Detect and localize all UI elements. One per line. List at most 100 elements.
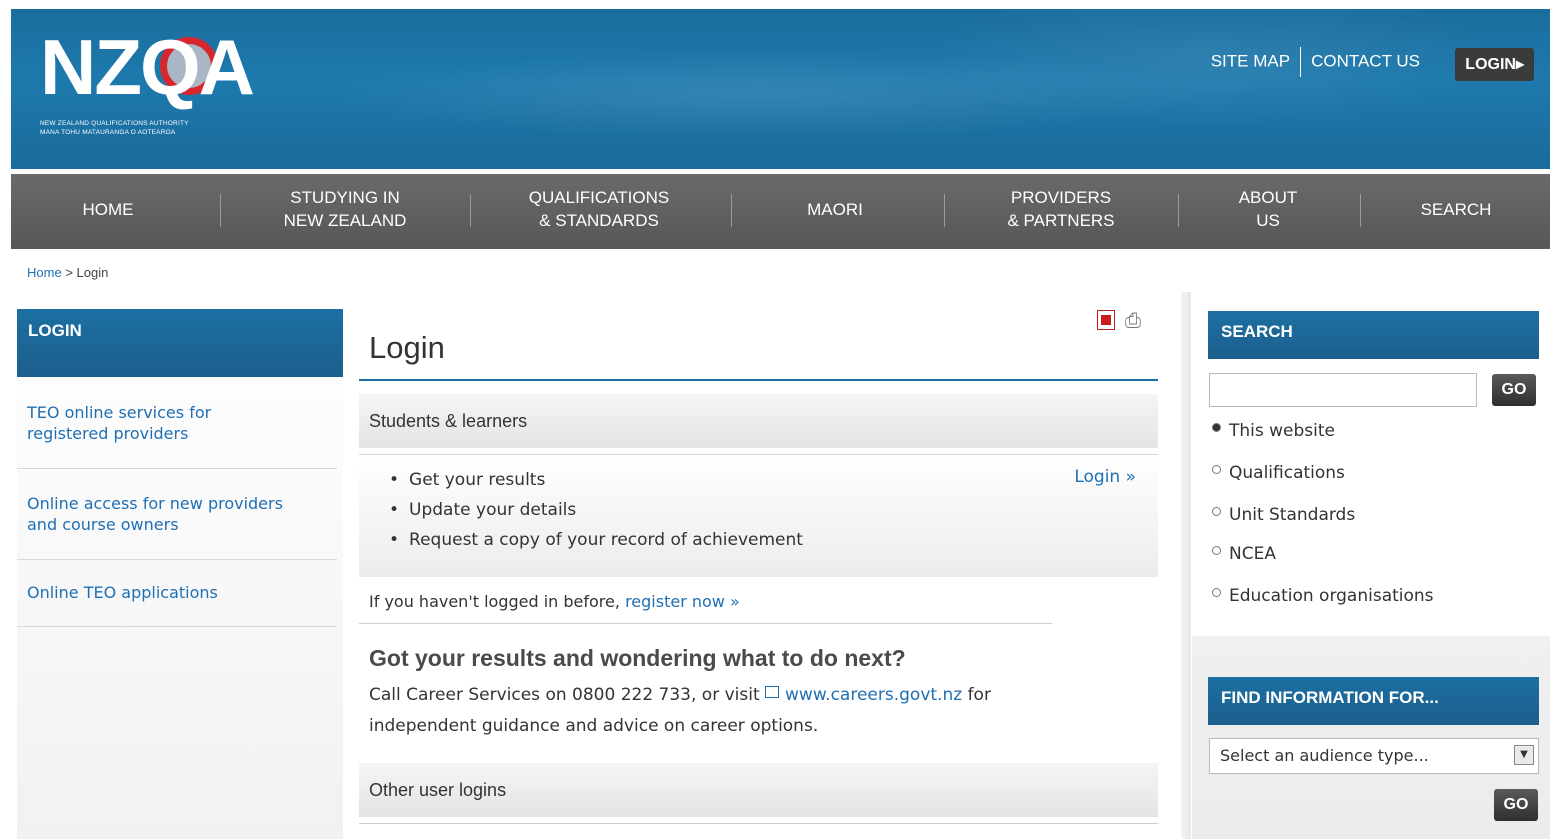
nav-about-us[interactable]: ABOUT US bbox=[1239, 186, 1298, 232]
nav-divider bbox=[731, 194, 732, 227]
divider bbox=[1300, 47, 1302, 77]
nav-label-line2: & STANDARDS bbox=[539, 211, 659, 230]
students-box: Get your results Update your details Req… bbox=[359, 454, 1158, 577]
breadcrumb-home[interactable]: Home bbox=[27, 265, 62, 280]
search-heading: SEARCH bbox=[1208, 311, 1539, 359]
nav-divider bbox=[220, 194, 221, 227]
radio-checked-icon bbox=[1212, 423, 1221, 432]
register-text: If you haven't logged in before, registe… bbox=[369, 592, 740, 611]
print-icon[interactable]: ⎙ bbox=[1125, 308, 1141, 332]
nav-label-line2: US bbox=[1256, 211, 1280, 230]
radio-education-organisations[interactable]: Education organisations bbox=[1212, 586, 1434, 606]
sidebar-heading: LOGIN bbox=[17, 309, 343, 377]
radio-label: Unit Standards bbox=[1229, 505, 1356, 525]
logo-text: NZQA bbox=[40, 23, 255, 111]
column-divider bbox=[1181, 292, 1191, 839]
nav-label-line1: QUALIFICATIONS bbox=[528, 188, 670, 207]
breadcrumb: Home > Login bbox=[27, 265, 108, 280]
nav-search[interactable]: SEARCH bbox=[1421, 198, 1492, 221]
radio-unchecked-icon bbox=[1212, 507, 1221, 516]
nav-label-line1: ABOUT bbox=[1238, 188, 1298, 207]
link-line1: TEO online services for bbox=[27, 403, 212, 422]
right-sidebar: SEARCH GO This website Qualifications Un… bbox=[1192, 292, 1550, 839]
nav-divider bbox=[470, 194, 471, 227]
left-sidebar: LOGIN TEO online services for registered… bbox=[17, 309, 343, 839]
radio-unchecked-icon bbox=[1212, 588, 1221, 597]
nav-label-line2: NEW ZEALAND bbox=[283, 211, 407, 230]
nav-qualifications-standards[interactable]: QUALIFICATIONS & STANDARDS bbox=[529, 186, 669, 232]
radio-qualifications[interactable]: Qualifications bbox=[1212, 463, 1345, 483]
link-line2: and course owners bbox=[27, 515, 179, 534]
section-heading-other-logins: Other user logins bbox=[359, 763, 1158, 817]
utility-links: SITE MAP CONTACT US bbox=[1211, 47, 1420, 77]
pdf-icon[interactable] bbox=[1097, 310, 1115, 330]
student-login-link[interactable]: Login » bbox=[1074, 467, 1136, 487]
list-item: Get your results bbox=[389, 465, 803, 495]
radio-unchecked-icon bbox=[1212, 465, 1221, 474]
radio-label: NCEA bbox=[1229, 544, 1276, 564]
list-item: Update your details bbox=[389, 495, 803, 525]
logo-subtitle: NEW ZEALAND QUALIFICATIONS AUTHORITY MAN… bbox=[40, 119, 189, 137]
nav-maori[interactable]: MAORI bbox=[807, 198, 863, 221]
radio-unit-standards[interactable]: Unit Standards bbox=[1212, 505, 1355, 525]
nav-home[interactable]: HOME bbox=[83, 198, 134, 221]
radio-label: Qualifications bbox=[1229, 463, 1345, 483]
list-item: Request a copy of your record of achieve… bbox=[389, 525, 803, 555]
nav-providers-partners[interactable]: PROVIDERS & PARTNERS bbox=[1007, 186, 1114, 232]
nav-home-label: HOME bbox=[82, 200, 134, 219]
link-line1: Online access for new providers bbox=[27, 494, 283, 513]
main-nav: HOME STUDYING IN NEW ZEALAND QUALIFICATIO… bbox=[11, 174, 1550, 249]
external-link-icon bbox=[765, 686, 780, 698]
radio-label: Education organisations bbox=[1229, 586, 1434, 606]
site-header: NZQA NEW ZEALAND QUALIFICATIONS AUTHORIT… bbox=[11, 9, 1550, 169]
students-list: Get your results Update your details Req… bbox=[359, 465, 803, 555]
search-input[interactable] bbox=[1209, 373, 1477, 407]
nav-search-label: SEARCH bbox=[1420, 200, 1492, 219]
sidebar-link-online-access[interactable]: Online access for new providers and cour… bbox=[17, 493, 337, 560]
title-divider bbox=[359, 379, 1158, 381]
audience-go-button[interactable]: GO bbox=[1494, 789, 1538, 821]
radio-unchecked-icon bbox=[1212, 546, 1221, 555]
divider bbox=[359, 623, 1052, 624]
breadcrumb-separator: > bbox=[65, 265, 73, 280]
register-now-link[interactable]: register now » bbox=[625, 592, 740, 611]
nzqa-logo[interactable]: NZQA NEW ZEALAND QUALIFICATIONS AUTHORIT… bbox=[40, 23, 300, 153]
results-body: Call Career Services on 0800 222 733, or… bbox=[369, 680, 1149, 742]
nav-label-line2: & PARTNERS bbox=[1007, 211, 1115, 230]
audience-selected-value: Select an audience type... bbox=[1220, 746, 1429, 765]
audience-select[interactable]: Select an audience type... ▼ bbox=[1209, 738, 1539, 774]
contact-us-link[interactable]: CONTACT US bbox=[1311, 51, 1420, 70]
nav-label-line1: STUDYING IN bbox=[290, 188, 400, 207]
logo-subtitle-line2: MANA TOHU MATAURANGA O AOTEAROA bbox=[40, 129, 176, 136]
login-button[interactable]: LOGIN▸ bbox=[1455, 48, 1534, 81]
results-heading: Got your results and wondering what to d… bbox=[369, 645, 906, 671]
nav-divider bbox=[944, 194, 945, 227]
radio-ncea[interactable]: NCEA bbox=[1212, 544, 1276, 564]
results-body-suffix: for bbox=[967, 685, 991, 705]
page-title: Login bbox=[369, 330, 445, 365]
careers-link[interactable]: www.careers.govt.nz bbox=[785, 685, 962, 705]
nav-divider bbox=[1360, 194, 1361, 227]
results-body-prefix: Call Career Services on 0800 222 733, or… bbox=[369, 685, 760, 705]
dropdown-arrow-icon[interactable]: ▼ bbox=[1514, 745, 1534, 765]
sidebar-link-online-teo-applications[interactable]: Online TEO applications bbox=[17, 582, 337, 627]
link-line2: registered providers bbox=[27, 424, 189, 443]
register-prefix: If you haven't logged in before, bbox=[369, 592, 620, 611]
radio-this-website[interactable]: This website bbox=[1212, 421, 1335, 441]
breadcrumb-current: Login bbox=[76, 265, 109, 280]
nav-divider bbox=[1178, 194, 1179, 227]
sidebar-link-teo-online-services[interactable]: TEO online services for registered provi… bbox=[17, 402, 337, 469]
nav-label-line1: PROVIDERS bbox=[1010, 188, 1112, 207]
radio-label: This website bbox=[1229, 421, 1336, 441]
nav-studying-in-new-zealand[interactable]: STUDYING IN NEW ZEALAND bbox=[284, 186, 407, 232]
nav-maori-label: MAORI bbox=[807, 200, 863, 219]
link-line1: Online TEO applications bbox=[27, 583, 218, 602]
logo-subtitle-line1: NEW ZEALAND QUALIFICATIONS AUTHORITY bbox=[40, 120, 189, 127]
find-information-heading: FIND INFORMATION FOR... bbox=[1208, 677, 1539, 725]
results-body-line2: independent guidance and advice on caree… bbox=[369, 716, 819, 736]
search-go-button[interactable]: GO bbox=[1492, 374, 1536, 406]
search-widget: SEARCH GO This website Qualifications Un… bbox=[1192, 292, 1550, 636]
divider bbox=[359, 823, 1158, 824]
site-map-link[interactable]: SITE MAP bbox=[1211, 51, 1290, 70]
section-heading-students: Students & learners bbox=[359, 394, 1158, 448]
